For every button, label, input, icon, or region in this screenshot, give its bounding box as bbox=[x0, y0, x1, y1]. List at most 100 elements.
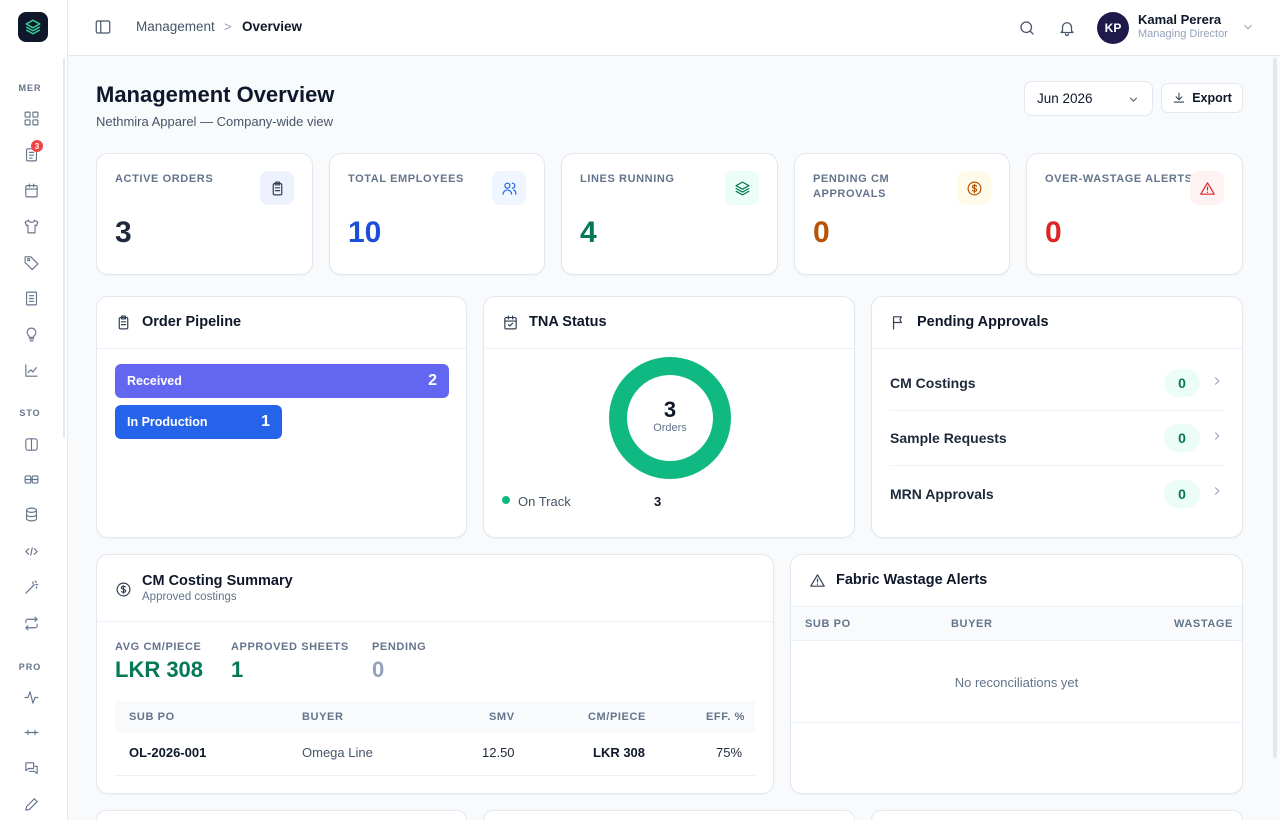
pipeline-stage-value: 1 bbox=[261, 413, 270, 430]
pipeline-stage-bar[interactable]: In Production 1 bbox=[115, 405, 282, 439]
card-header: TNA Status bbox=[484, 297, 854, 349]
approval-row-cm-costings[interactable]: CM Costings 0 bbox=[890, 356, 1224, 411]
line-icon[interactable] bbox=[21, 722, 41, 742]
next-card-peek bbox=[483, 810, 855, 820]
column-header[interactable]: SUB PO bbox=[805, 618, 851, 630]
breadcrumb-separator: > bbox=[224, 19, 232, 34]
stat-label: ACTIVE ORDERS bbox=[115, 173, 214, 185]
calendar-icon[interactable] bbox=[21, 180, 41, 200]
order-pipeline-card: Order Pipeline Received 2 In Production 1 bbox=[96, 296, 467, 538]
ticket-icon[interactable] bbox=[21, 469, 41, 489]
sidebar-scrollbar[interactable] bbox=[63, 58, 65, 438]
row-divider bbox=[115, 775, 755, 776]
calendar-check-icon bbox=[502, 314, 520, 332]
metric-label: PENDING bbox=[372, 641, 427, 653]
dollar-icon bbox=[115, 581, 133, 599]
search-icon[interactable] bbox=[1016, 17, 1038, 39]
orders-badge: 3 bbox=[31, 140, 43, 152]
export-button-label: Export bbox=[1192, 91, 1232, 105]
card-header: Fabric Wastage Alerts bbox=[791, 555, 1242, 607]
clipboard-icon bbox=[260, 171, 294, 205]
chart-icon[interactable] bbox=[21, 360, 41, 380]
sidebar: MER 3 STO PRO bbox=[0, 0, 68, 820]
pipeline-stage-bar[interactable]: Received 2 bbox=[115, 364, 449, 398]
cell-eff: 75% bbox=[716, 745, 743, 760]
donut-total-label: Orders bbox=[653, 422, 687, 434]
approval-row-mrn-approvals[interactable]: MRN Approvals 0 bbox=[890, 466, 1224, 521]
column-header[interactable]: EFF. % bbox=[706, 711, 745, 723]
cell-buyer: Omega Line bbox=[302, 745, 373, 760]
approval-count: 0 bbox=[1164, 369, 1200, 397]
tna-status-card: TNA Status 3 Orders On Track 3 bbox=[483, 296, 855, 538]
stat-card-over-wastage-alerts[interactable]: OVER-WASTAGE ALERTS 0 bbox=[1026, 153, 1243, 275]
main-scrollbar[interactable] bbox=[1273, 58, 1277, 758]
approval-label: Sample Requests bbox=[890, 430, 1007, 446]
card-title: Order Pipeline bbox=[142, 314, 242, 330]
breadcrumb-current: Overview bbox=[242, 19, 303, 34]
approval-row-sample-requests[interactable]: Sample Requests 0 bbox=[890, 411, 1224, 466]
divider bbox=[97, 621, 773, 622]
stat-label: LINES RUNNING bbox=[580, 173, 675, 185]
activity-icon[interactable] bbox=[21, 687, 41, 707]
next-card-peek bbox=[96, 810, 467, 820]
approval-count: 0 bbox=[1164, 424, 1200, 452]
top-bar: Management > Overview KP Kamal Perera Ma… bbox=[68, 0, 1280, 56]
pipeline-stage-value: 2 bbox=[428, 372, 437, 389]
user-role: Managing Director bbox=[1138, 28, 1228, 40]
table-header: SUB PO BUYER SMV CM/PIECE EFF. % bbox=[115, 701, 755, 733]
cell-smv: 12.50 bbox=[482, 745, 515, 760]
alert-icon bbox=[809, 572, 827, 590]
page-title: Management Overview bbox=[96, 82, 335, 107]
approval-label: CM Costings bbox=[890, 375, 976, 391]
card-title: TNA Status bbox=[529, 314, 607, 330]
chevron-right-icon[interactable] bbox=[1210, 374, 1224, 393]
chevron-down-icon bbox=[1129, 97, 1138, 102]
legend-value: 3 bbox=[654, 494, 662, 509]
repeat-icon[interactable] bbox=[21, 613, 41, 633]
transfer-icon[interactable] bbox=[21, 541, 41, 561]
avatar[interactable]: KP bbox=[1097, 12, 1129, 44]
user-name[interactable]: Kamal Perera bbox=[1138, 12, 1221, 27]
layers-icon bbox=[725, 171, 759, 205]
cell-sub-po: OL-2026-001 bbox=[129, 745, 207, 760]
alert-icon bbox=[1190, 171, 1224, 205]
stat-card-total-employees[interactable]: TOTAL EMPLOYEES 10 bbox=[329, 153, 545, 275]
bell-icon[interactable] bbox=[1056, 17, 1078, 39]
row-divider bbox=[791, 722, 1242, 723]
cm-costing-summary-card: CM Costing Summary Approved costings AVG… bbox=[96, 554, 774, 794]
stat-card-active-orders[interactable]: ACTIVE ORDERS 3 bbox=[96, 153, 313, 275]
stat-card-pending-cm-approvals[interactable]: PENDING CM APPROVALS 0 bbox=[794, 153, 1010, 275]
month-select[interactable]: Jun 2026 bbox=[1024, 81, 1153, 116]
column-header[interactable]: SUB PO bbox=[129, 711, 175, 723]
tag-icon[interactable] bbox=[21, 252, 41, 272]
dashboard-icon[interactable] bbox=[21, 108, 41, 128]
pencil-icon[interactable] bbox=[21, 794, 41, 814]
dollar-icon bbox=[957, 171, 991, 205]
chevron-right-icon[interactable] bbox=[1210, 484, 1224, 503]
column-header[interactable]: BUYER bbox=[302, 711, 344, 723]
donut-total: 3 bbox=[663, 397, 677, 422]
chevron-right-icon[interactable] bbox=[1210, 429, 1224, 448]
chat-icon[interactable] bbox=[21, 758, 41, 778]
database-icon[interactable] bbox=[21, 504, 41, 524]
column-header[interactable]: WASTAGE bbox=[1174, 618, 1233, 630]
stat-value: 0 bbox=[813, 216, 830, 249]
chevron-down-icon[interactable] bbox=[1241, 20, 1255, 34]
column-header[interactable]: SMV bbox=[489, 711, 515, 723]
wand-icon[interactable] bbox=[21, 577, 41, 597]
lightbulb-icon[interactable] bbox=[21, 324, 41, 344]
legend-dot bbox=[502, 496, 510, 504]
book-icon[interactable] bbox=[21, 434, 41, 454]
card-subtitle: Approved costings bbox=[142, 591, 237, 603]
document-icon[interactable] bbox=[21, 288, 41, 308]
column-header[interactable]: CM/PIECE bbox=[588, 711, 646, 723]
export-button[interactable]: Export bbox=[1161, 83, 1243, 113]
garment-icon[interactable] bbox=[21, 216, 41, 236]
column-header[interactable]: BUYER bbox=[951, 618, 993, 630]
card-title: Fabric Wastage Alerts bbox=[836, 572, 988, 588]
sidebar-toggle-icon[interactable] bbox=[94, 18, 114, 38]
breadcrumb-management[interactable]: Management bbox=[136, 19, 215, 34]
app-logo[interactable] bbox=[18, 12, 48, 42]
download-icon bbox=[1174, 92, 1185, 103]
stat-card-lines-running[interactable]: LINES RUNNING 4 bbox=[561, 153, 778, 275]
